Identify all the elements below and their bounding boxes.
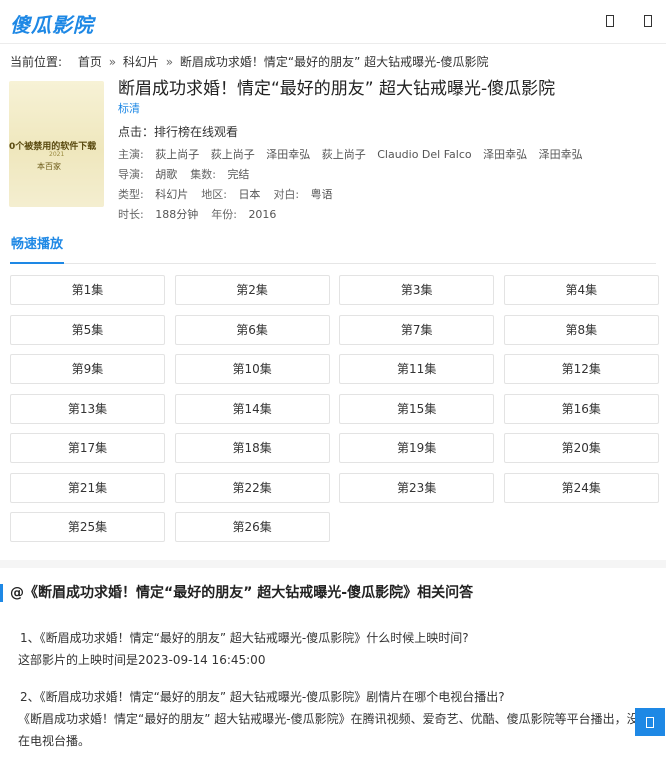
qa-heading: @《断眉成功求婚！情定“最好的朋友” 超大钻戒曝光-傻瓜影院》相关问答 xyxy=(0,583,473,603)
cast-name[interactable]: 泽田幸弘 xyxy=(539,148,583,161)
director-name[interactable]: 胡歌 xyxy=(155,168,177,181)
dialogue-label: 对白: xyxy=(273,188,300,201)
breadcrumb-current: 断眉成功求婚！情定“最好的朋友” 超大钻戒曝光-傻瓜影院 xyxy=(179,55,489,69)
year-label: 年份: xyxy=(211,208,237,221)
search-icon[interactable] xyxy=(602,12,618,30)
episode-button[interactable]: 第10集 xyxy=(174,354,330,384)
site-logo[interactable]: 傻瓜影院 xyxy=(10,9,94,38)
region-value: 日本 xyxy=(238,188,261,201)
cast-name[interactable]: 泽田幸弘 xyxy=(483,148,527,161)
cast-name[interactable]: 荻上尚子 xyxy=(322,148,366,161)
episode-button[interactable]: 第19集 xyxy=(339,433,495,463)
episode-button[interactable]: 第4集 xyxy=(503,275,659,305)
breadcrumb-home-link[interactable]: 首页 xyxy=(78,55,102,69)
movie-meta: 主演: 荻上尚子 荻上尚子 泽田幸弘 荻上尚子 Claudio Del Falc… xyxy=(118,145,658,225)
poster-text: 2021 xyxy=(49,151,65,158)
site-header: 傻瓜影院 xyxy=(0,0,666,44)
duration-value: 188分钟 xyxy=(155,208,199,221)
back-to-top-icon xyxy=(646,716,654,728)
tab-fast-play[interactable]: 畅速播放 xyxy=(10,232,64,264)
cast-name[interactable]: 荻上尚子 xyxy=(211,148,255,161)
episode-button[interactable]: 第12集 xyxy=(503,354,659,384)
episode-button[interactable]: 第7集 xyxy=(339,314,495,345)
breadcrumb-category-link[interactable]: 科幻片 xyxy=(123,55,159,69)
movie-title: 断眉成功求婚！情定“最好的朋友” 超大钻戒曝光-傻瓜影院 xyxy=(118,79,556,99)
qa-heading-text: @《断眉成功求婚！情定“最好的朋友” 超大钻戒曝光-傻瓜影院》相关问答 xyxy=(10,585,474,601)
type-value[interactable]: 科幻片 xyxy=(155,188,188,201)
breadcrumb-label: 当前位置: xyxy=(10,55,63,69)
episode-button[interactable]: 第21集 xyxy=(10,472,165,503)
back-to-top-button[interactable] xyxy=(635,708,665,736)
episode-button[interactable]: 第17集 xyxy=(10,433,165,463)
qa-item: 2、《断眉成功求婚！情定“最好的朋友” 超大钻戒曝光-傻瓜影院》剧情片在哪个电视… xyxy=(18,686,654,752)
episode-button[interactable]: 第15集 xyxy=(339,393,495,424)
episode-button[interactable]: 第14集 xyxy=(174,393,330,424)
duration-label: 时长: xyxy=(118,208,144,221)
episode-button[interactable]: 第18集 xyxy=(174,433,330,463)
episode-grid: 第1集 第2集 第3集 第4集 第5集 第6集 第7集 第8集 第9集 第10集 第11集 第12集第… xyxy=(10,275,659,542)
movie-info: 断眉成功求婚！情定“最好的朋友” 超大钻戒曝光-傻瓜影院 标清 点击：排行榜在线… xyxy=(118,77,658,225)
episode-button[interactable]: 第25集 xyxy=(10,512,165,542)
cast-label: 主演: xyxy=(118,148,144,161)
episode-button[interactable]: 第9集 xyxy=(10,354,165,384)
user-icon[interactable] xyxy=(640,12,656,30)
episode-button[interactable]: 第13集 xyxy=(10,393,165,424)
director-label: 导演: xyxy=(118,168,144,181)
section-divider xyxy=(0,560,666,568)
episodes-label: 集数: xyxy=(190,168,216,181)
qa-question: 2、《断眉成功求婚！情定“最好的朋友” 超大钻戒曝光-傻瓜影院》剧情片在哪个电视… xyxy=(20,690,505,704)
episode-button[interactable]: 第8集 xyxy=(503,314,659,345)
breadcrumb-separator: » xyxy=(165,55,174,69)
episode-button[interactable]: 第1集 xyxy=(10,275,165,305)
qa-answer: 这部影片的上映时间是2023-09-14 16:45:00 xyxy=(18,653,266,667)
qa-item: 1、《断眉成功求婚！情定“最好的朋友” 超大钻戒曝光-傻瓜影院》什么时候上映时间… xyxy=(18,627,654,671)
episode-button[interactable]: 第11集 xyxy=(339,354,495,384)
episode-button[interactable]: 第20集 xyxy=(503,433,659,463)
dialogue-value: 粤语 xyxy=(310,188,333,201)
clicks-text: 点击：排行榜在线观看 xyxy=(118,125,239,139)
type-label: 类型: xyxy=(118,188,144,201)
heading-accent-bar xyxy=(0,584,3,602)
episode-button[interactable]: 第22集 xyxy=(174,472,330,503)
episode-button[interactable]: 第16集 xyxy=(503,393,659,424)
cast-name[interactable]: Claudio Del Falco xyxy=(377,148,471,161)
director-row: 导演: 胡歌 集数: 完结 xyxy=(118,165,658,185)
quality-badge: 标清 xyxy=(118,102,140,115)
year-value: 2016 xyxy=(248,208,277,221)
region-label: 地区: xyxy=(201,188,227,201)
episode-button[interactable]: 第6集 xyxy=(174,314,330,345)
episode-button[interactable]: 第23集 xyxy=(339,472,495,503)
duration-row: 时长: 188分钟 年份: 2016 xyxy=(118,205,658,225)
movie-poster[interactable]: 0个被禁用的软件下载 2021 本百家 xyxy=(9,81,104,207)
type-row: 类型: 科幻片 地区: 日本 对白: 粤语 xyxy=(118,185,658,205)
cast-row: 主演: 荻上尚子 荻上尚子 泽田幸弘 荻上尚子 Claudio Del Falc… xyxy=(118,145,658,165)
episode-button[interactable]: 第24集 xyxy=(503,472,659,503)
cast-name[interactable]: 泽田幸弘 xyxy=(266,148,310,161)
episodes-status: 完结 xyxy=(227,168,250,181)
breadcrumb: 当前位置: 首页 » 科幻片 » 断眉成功求婚！情定“最好的朋友” 超大钻戒曝光… xyxy=(10,53,489,70)
cast-name[interactable]: 荻上尚子 xyxy=(155,148,199,161)
breadcrumb-separator: » xyxy=(108,55,117,69)
poster-text: 本百家 xyxy=(37,162,61,171)
episode-button[interactable]: 第5集 xyxy=(10,314,165,345)
qa-answer: 《断眉成功求婚！情定“最好的朋友” 超大钻戒曝光-傻瓜影院》在腾讯视频、爱奇艺、… xyxy=(18,712,651,748)
episode-button[interactable]: 第3集 xyxy=(339,275,495,305)
play-source-tabs: 畅速播放 xyxy=(10,232,656,264)
episode-button[interactable]: 第26集 xyxy=(174,512,330,542)
episode-button[interactable]: 第2集 xyxy=(174,275,330,305)
qa-question: 1、《断眉成功求婚！情定“最好的朋友” 超大钻戒曝光-傻瓜影院》什么时候上映时间… xyxy=(20,631,469,645)
